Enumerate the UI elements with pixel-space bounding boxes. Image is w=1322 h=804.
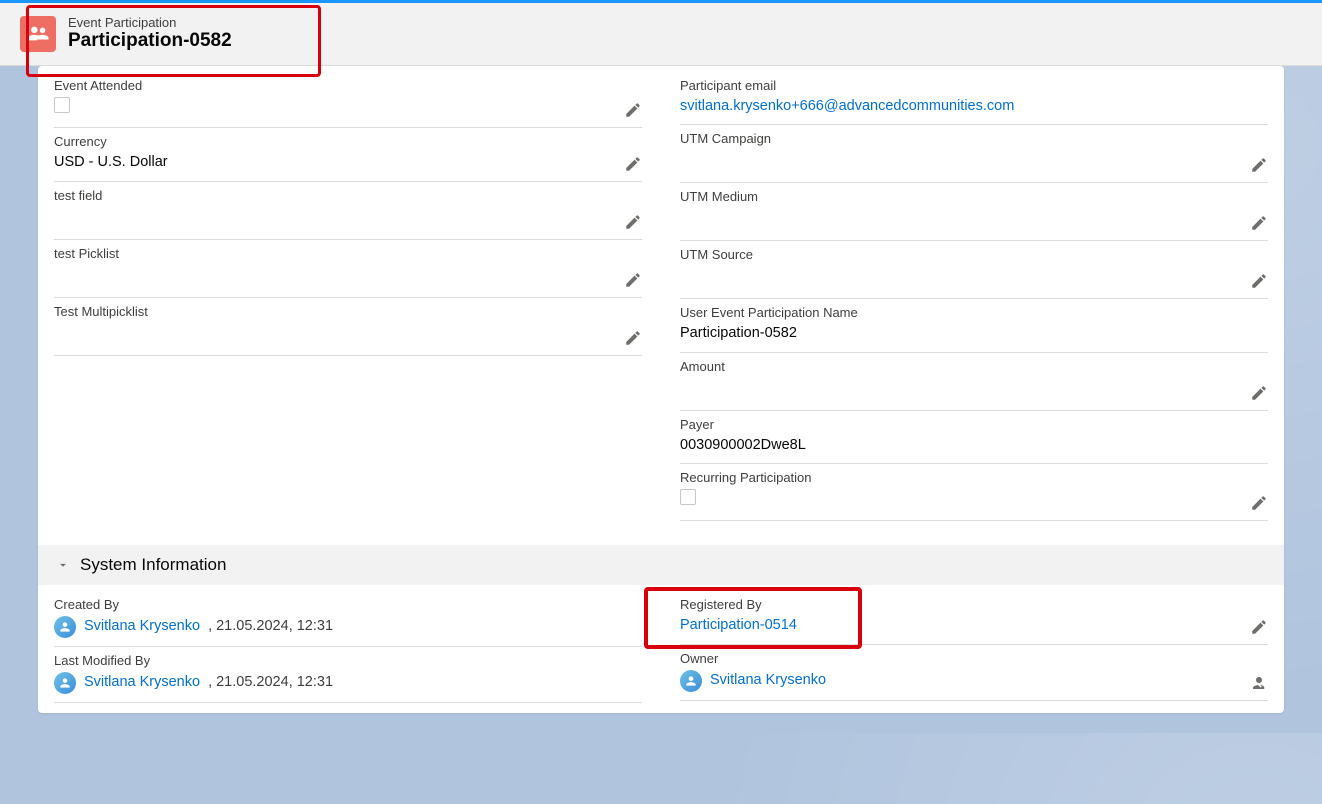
recurring-checkbox [680,489,696,505]
edit-icon[interactable] [1250,618,1268,636]
field-value [54,265,618,283]
field-created-by: Created By Svitlana Krysenko , 21.05.202… [54,591,642,647]
edit-icon[interactable] [624,329,642,347]
field-label: UTM Medium [680,189,1244,204]
field-label: User Event Participation Name [680,305,1244,320]
sysinfo-left: Created By Svitlana Krysenko , 21.05.202… [54,591,642,703]
entity-type-label: Event Participation [68,15,232,30]
field-value: Participation-0582 [680,324,1244,344]
last-modified-user-link[interactable]: Svitlana Krysenko [84,673,200,693]
field-currency: Currency USD - U.S. Dollar [54,128,642,182]
field-event-attended: Event Attended [54,72,642,129]
created-by-timestamp: , 21.05.2024, 12:31 [208,617,333,637]
section-title: System Information [80,555,226,575]
field-value [680,150,1244,168]
field-label: UTM Campaign [680,131,1244,146]
field-label: Last Modified By [54,653,618,668]
field-recurring-participation: Recurring Participation [680,464,1268,521]
change-owner-icon[interactable] [1250,674,1268,692]
field-label: Test Multipicklist [54,304,618,319]
system-information-header[interactable]: System Information [38,545,1284,585]
edit-icon[interactable] [624,101,642,119]
field-participation-name: User Event Participation Name Participat… [680,299,1268,353]
field-label: Registered By [680,597,1244,612]
field-participant-email: Participant email svitlana.krysenko+666@… [680,72,1268,126]
field-value: USD - U.S. Dollar [54,153,618,173]
header-text-block: Event Participation Participation-0582 [68,15,232,53]
record-detail-card: Event Attended Currency USD - U.S. Dolla… [38,66,1284,713]
field-payer: Payer 0030900002Dwe8L [680,411,1268,465]
created-by-user-link[interactable]: Svitlana Krysenko [84,617,200,637]
left-column: Event Attended Currency USD - U.S. Dolla… [54,72,642,521]
field-label: Recurring Participation [680,470,1244,485]
field-label: test Picklist [54,246,618,261]
field-label: Participant email [680,78,1244,93]
edit-icon[interactable] [1250,384,1268,402]
edit-icon[interactable] [624,155,642,173]
last-modified-timestamp: , 21.05.2024, 12:31 [208,673,333,693]
field-value [54,323,618,341]
participant-email-link[interactable]: svitlana.krysenko+666@advancedcommunitie… [680,98,1014,114]
avatar-icon [54,672,76,694]
entity-icon [20,16,56,52]
avatar-icon [54,616,76,638]
sysinfo-right: Registered By Participation-0514 Owner S… [680,591,1268,703]
field-label: Created By [54,597,618,612]
field-label: test field [54,188,618,203]
right-column: Participant email svitlana.krysenko+666@… [680,72,1268,521]
page-wrapper: Event Participation Participation-0582 E… [0,3,1322,713]
field-label: Owner [680,651,1244,666]
registered-by-link[interactable]: Participation-0514 [680,617,797,633]
field-test-field: test field [54,182,642,240]
field-owner: Owner Svitlana Krysenko [680,645,1268,701]
field-test-picklist: test Picklist [54,240,642,298]
field-utm-campaign: UTM Campaign [680,125,1268,183]
owner-user-link[interactable]: Svitlana Krysenko [710,671,826,691]
field-value [680,208,1244,226]
field-value: 0030900002Dwe8L [680,436,1244,456]
record-title: Participation-0582 [68,30,232,53]
edit-icon[interactable] [624,213,642,231]
detail-columns: Event Attended Currency USD - U.S. Dolla… [38,66,1284,531]
field-value [680,378,1244,396]
edit-icon[interactable] [1250,272,1268,290]
field-label: Event Attended [54,78,618,93]
field-utm-medium: UTM Medium [680,183,1268,241]
field-label: Amount [680,359,1244,374]
edit-icon[interactable] [624,271,642,289]
edit-icon[interactable] [1250,156,1268,174]
field-last-modified-by: Last Modified By Svitlana Krysenko , 21.… [54,647,642,703]
field-utm-source: UTM Source [680,241,1268,299]
field-label: Payer [680,417,1244,432]
avatar-icon [680,670,702,692]
sysinfo-columns: Created By Svitlana Krysenko , 21.05.202… [38,585,1284,713]
event-attended-checkbox [54,97,70,113]
record-header: Event Participation Participation-0582 [0,3,1322,66]
edit-icon[interactable] [1250,214,1268,232]
field-value [54,207,618,225]
edit-icon[interactable] [1250,494,1268,512]
chevron-down-icon [56,558,70,572]
field-amount: Amount [680,353,1268,411]
field-value [680,266,1244,284]
field-label: Currency [54,134,618,149]
field-label: UTM Source [680,247,1244,262]
field-registered-by: Registered By Participation-0514 [680,591,1268,645]
field-test-multipicklist: Test Multipicklist [54,298,642,356]
